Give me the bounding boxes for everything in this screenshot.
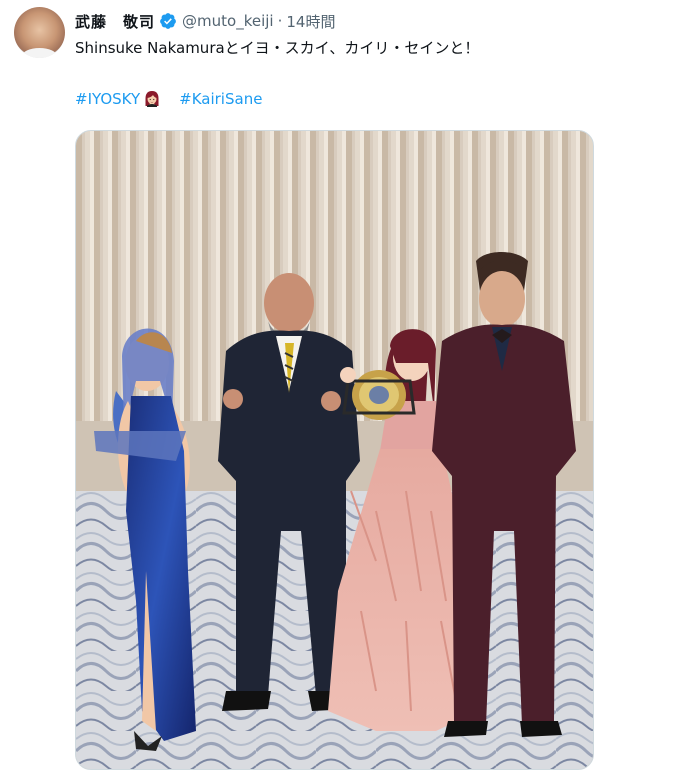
author-handle[interactable]: @muto_keiji [182,12,274,30]
avatar-shirt [22,48,57,58]
hashtag-kairisane[interactable]: #KairiSane [179,90,262,108]
tweet-header: 武藤 敬司 @muto_keiji · 14時間 [75,9,335,33]
woman-emoji-icon [145,91,159,107]
hashtag-iyosky[interactable]: #IYOSKY [75,90,140,108]
tweet-card[interactable]: 武藤 敬司 @muto_keiji · 14時間 Shinsuke Nakamu… [0,0,679,783]
verified-badge-icon [160,13,176,29]
author-display-name[interactable]: 武藤 敬司 [75,11,155,32]
separator-dot: · [277,12,283,30]
tweet-timestamp[interactable]: 14時間 [286,11,335,32]
photo-illustration [76,131,593,769]
tweet-photo[interactable] [75,130,594,770]
hashtag-row: #IYOSKY #KairiSane [75,90,262,108]
tweet-text: Shinsuke Nakamuraとイヨ・スカイ、カイリ・セインと！ [75,39,480,57]
author-avatar[interactable] [14,7,65,58]
